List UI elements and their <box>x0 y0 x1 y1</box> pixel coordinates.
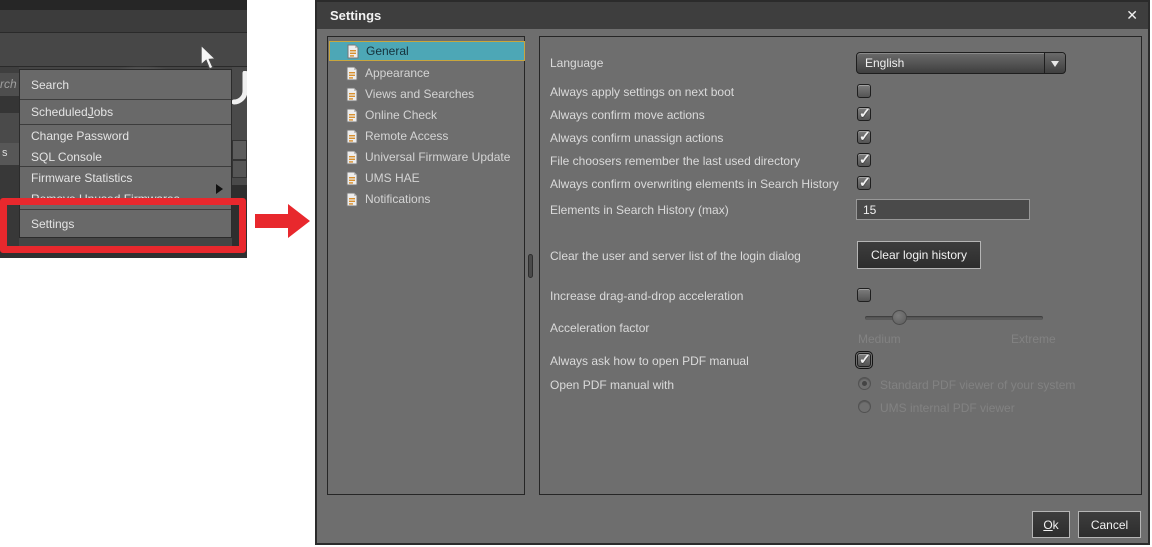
close-icon[interactable]: ✕ <box>1126 7 1138 24</box>
language-dropdown-value: English <box>865 56 904 70</box>
menu-item-change-password[interactable]: Change Password <box>20 125 231 147</box>
search-box-fragment: rch <box>0 73 19 96</box>
document-icon <box>347 44 359 59</box>
pdf-ask-checkbox[interactable] <box>857 353 871 367</box>
menu-item-search[interactable]: Search <box>20 70 231 99</box>
clear-login-history-button[interactable]: Clear login history <box>857 241 981 269</box>
screenshot-root: Misc rch s Search Scheduled Jobs C <box>0 0 1152 547</box>
pdf-open-label: Open PDF manual with <box>550 378 674 392</box>
document-icon <box>346 66 358 81</box>
dialog-titlebar[interactable]: Settings ✕ <box>317 2 1148 29</box>
file-choosers-label: File choosers remember the last used dir… <box>550 154 800 168</box>
confirm-unassign-label: Always confirm unassign actions <box>550 131 723 145</box>
annotation-arrow-icon <box>252 199 314 243</box>
nav-item-notifications[interactable]: Notifications <box>329 189 524 209</box>
nav-item-online-check[interactable]: Online Check <box>329 105 524 125</box>
table-row-fragment: s <box>0 143 19 165</box>
apply-next-boot-checkbox[interactable] <box>857 84 871 98</box>
acceleration-factor-label: Acceleration factor <box>550 321 649 335</box>
confirm-move-checkbox[interactable] <box>857 107 871 121</box>
document-icon <box>346 150 358 165</box>
ok-button[interactable]: Ok <box>1032 511 1070 538</box>
nav-item-ums-hae[interactable]: UMS HAE <box>329 168 524 188</box>
cancel-button[interactable]: Cancel <box>1078 511 1141 538</box>
document-icon <box>346 192 358 207</box>
scrollbar-fragment <box>232 160 247 178</box>
confirm-move-label: Always confirm move actions <box>550 108 705 122</box>
nav-item-views-and-searches[interactable]: Views and Searches <box>329 84 524 104</box>
panel-splitter-handle[interactable] <box>528 254 533 278</box>
document-icon <box>346 171 358 186</box>
dropdown-arrow-icon[interactable] <box>1044 53 1065 73</box>
confirm-overwriting-label: Always confirm overwriting elements in S… <box>550 177 839 191</box>
pdf-ask-label: Always ask how to open PDF manual <box>550 354 749 368</box>
menu-item-scheduled-jobs[interactable]: Scheduled Jobs <box>20 100 231 124</box>
pdf-standard-viewer-label: Standard PDF viewer of your system <box>880 378 1075 392</box>
mouse-cursor-icon <box>198 44 218 72</box>
slider-max-label: Extreme <box>1011 332 1056 346</box>
search-history-input[interactable] <box>856 199 1030 220</box>
nav-item-general[interactable]: General <box>329 41 525 61</box>
pdf-internal-viewer-radio <box>858 400 871 413</box>
settings-nav-panel: General Appearance <box>327 36 525 495</box>
confirm-overwriting-checkbox[interactable] <box>857 176 871 190</box>
slider-min-label: Medium <box>858 332 901 346</box>
app-titlebar-fragment <box>0 0 247 10</box>
language-dropdown[interactable]: English <box>856 52 1066 74</box>
apply-next-boot-label: Always apply settings on next boot <box>550 85 734 99</box>
nav-item-universal-firmware-update[interactable]: Universal Firmware Update <box>329 147 524 167</box>
settings-content-panel: Language English Always apply settings o… <box>539 36 1142 495</box>
pdf-internal-viewer-label: UMS internal PDF viewer <box>880 401 1015 415</box>
dialog-title: Settings <box>330 8 381 23</box>
curved-arrow-icon <box>232 71 247 111</box>
annotation-highlight-box <box>0 198 246 253</box>
language-label: Language <box>550 56 603 70</box>
acceleration-slider-thumb <box>892 310 907 325</box>
menu-item-firmware-statistics[interactable]: Firmware Statistics <box>20 167 231 189</box>
drag-acceleration-checkbox[interactable] <box>857 288 871 302</box>
document-icon <box>346 108 358 123</box>
menu-item-sql-console[interactable]: SQL Console <box>20 147 231 166</box>
document-icon <box>346 129 358 144</box>
file-choosers-checkbox[interactable] <box>857 153 871 167</box>
confirm-unassign-checkbox[interactable] <box>857 130 871 144</box>
app-toolbar-fragment <box>0 10 247 33</box>
settings-dialog: Settings ✕ General <box>315 0 1150 545</box>
clear-login-label: Clear the user and server list of the lo… <box>550 249 801 263</box>
scrollbar-fragment <box>232 140 247 160</box>
search-history-label: Elements in Search History (max) <box>550 203 729 217</box>
pdf-standard-viewer-radio <box>858 377 871 390</box>
drag-acceleration-label: Increase drag-and-drop acceleration <box>550 289 743 303</box>
document-icon <box>346 87 358 102</box>
nav-item-appearance[interactable]: Appearance <box>329 63 524 83</box>
nav-item-remote-access[interactable]: Remote Access <box>329 126 524 146</box>
